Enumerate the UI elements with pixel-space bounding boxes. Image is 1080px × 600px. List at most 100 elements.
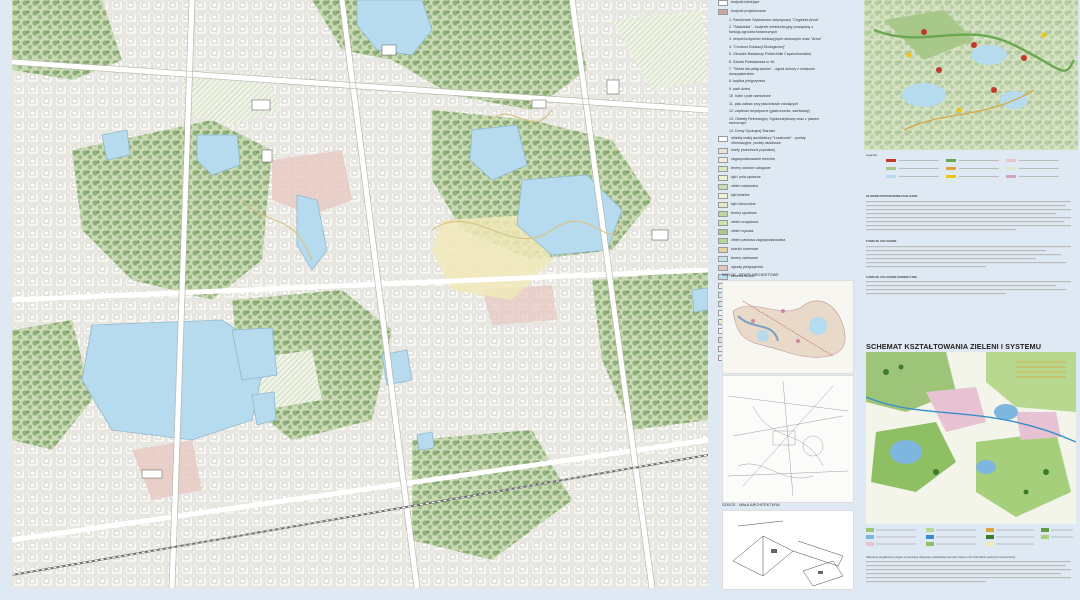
legend-label: zieleń urządzona <box>731 220 759 225</box>
legend-label: łąki kwietne <box>731 193 750 198</box>
legend-row: zieleń nadwodna <box>718 184 822 191</box>
legend-label: tereny sportowe <box>731 211 757 216</box>
legend-swatch <box>718 117 726 121</box>
legend-swatch <box>718 25 726 29</box>
text-lines-2 <box>866 245 1071 268</box>
site-plan-drawing <box>12 0 708 588</box>
sketch-architecture-drawing <box>723 511 853 589</box>
legend-row: 7. "Strefa dla pielgrzymów" - ogród dobo… <box>718 67 822 76</box>
legend-row: ogrody pielgrzymów <box>718 265 822 272</box>
legend-row: zieleń urządzona <box>718 220 822 227</box>
location-legend: Legenda <box>866 153 1076 193</box>
legend-swatch <box>718 238 728 245</box>
sketch-architecture-image <box>722 510 854 590</box>
legend-swatch <box>718 18 726 22</box>
legend-row: zieleń wysoka <box>718 229 822 236</box>
legend-row: 13. Obiekty Rekreacyjny Ogólnoużytkowy w… <box>718 117 822 126</box>
legend-label: łąki i pola uprawne <box>731 175 761 180</box>
legend-row: budynki istniejące <box>718 0 822 6</box>
legend-swatch <box>718 193 728 200</box>
legend-swatch <box>718 94 726 98</box>
legend-row: obiekty małej architektury "Łuszkowie" -… <box>718 136 822 145</box>
legend-row: budynki projektowane <box>718 9 822 15</box>
legend-label: obiekty małej architektury "Łuszkowie" -… <box>731 136 806 145</box>
legend-label: budynki istniejące <box>731 0 760 4</box>
legend-swatch <box>718 202 728 209</box>
footer-description: Założenia projektowe przyjęte w koncepcj… <box>866 556 1074 596</box>
legend-swatch <box>718 175 728 182</box>
legend-label: 5. Ośrodek Badawczy Politechniki Częstoc… <box>729 52 811 57</box>
legend-swatch <box>718 211 728 218</box>
sketch-stages-drawing <box>723 281 853 373</box>
legend-row: 3. zespół budynków edukacyjnych stokowyc… <box>718 37 822 41</box>
legend-label: 13. Obiekty Rekreacyjny Ogólnoużytkowy w… <box>729 116 820 126</box>
site-location-drawing <box>864 0 1078 150</box>
legend-label: budynki projektowane <box>731 9 766 13</box>
legend-row: 6. Szkoła Podstawowa nr 46 <box>718 60 822 64</box>
legend-row: zieleń parkowa zagospodarowana <box>718 238 822 245</box>
legend-row: 14. Domy Spokojnej Starości <box>718 129 822 133</box>
legend-swatch <box>718 220 728 227</box>
legend-label: tereny rolnicze usługowe <box>731 166 771 171</box>
legend-swatch <box>718 229 728 236</box>
legend-label: 12. zaplecze turystyczne (gastronomia, s… <box>729 109 810 114</box>
legend-swatch <box>718 136 728 143</box>
presentation-board: budynki istniejące budynki projektowane 1.… <box>0 0 1080 600</box>
legend-row: łąki różnorodne <box>718 202 822 209</box>
legend-swatch <box>718 67 726 71</box>
legend-label: łąki różnorodne <box>731 202 756 207</box>
legend-swatch <box>718 79 726 83</box>
sketch-stages-image <box>722 280 854 374</box>
legend-swatch <box>718 265 728 272</box>
legend-row: 9. park dzieci <box>718 87 822 91</box>
legend-swatch <box>718 37 726 41</box>
legend-label: strefy przestrzeni prywatnej <box>731 148 775 153</box>
legend-row: 2. "Sadzanka" - budynek wielofunkcyjny p… <box>718 25 822 34</box>
legend-label: ścieżki rowerowe <box>731 247 759 252</box>
legend-label: tereny zalewowe <box>731 256 758 261</box>
scheme-legend-swatches <box>866 528 1073 546</box>
legend-label: 9. park dzieci <box>729 86 751 91</box>
legend-row: strefy przestrzeni prywatnej <box>718 148 822 155</box>
legend-swatch <box>718 0 728 6</box>
legend-label: 7. "Strefa dla pielgrzymów" - ogród dobo… <box>729 67 816 76</box>
legend-label: 2. "Sadzanka" - budynek wielofunkcyjny p… <box>729 25 814 34</box>
green-water-scheme-map <box>866 352 1076 524</box>
legend-row: 4. "Centrum Edukacji Ekologicznej" <box>718 45 822 49</box>
legend-row: tereny rolnicze usługowe <box>718 166 822 173</box>
legend-row: zagospodarowanie terenów <box>718 157 822 164</box>
legend-label: ogrody pielgrzymów <box>731 265 763 270</box>
legend-label: 3. zespół budynków edukacyjnych stokowyc… <box>729 37 822 42</box>
legend-label: 14. Domy Spokojnej Starości <box>729 128 776 133</box>
legend-swatch <box>718 166 728 173</box>
legend-label: 11. plac zabaw przy placówkach wiodących <box>729 101 799 106</box>
sketch-stages-title: SZKICE - ETAPY PROJEKTOWE <box>722 273 779 277</box>
legend-row: 1. Pawilonwer Wystawowo-Artystyczny "Ceg… <box>718 18 822 22</box>
legend-swatch <box>718 87 726 91</box>
legend-row: ścieżki rowerowe <box>718 247 822 254</box>
legend-swatch <box>718 256 728 263</box>
legend-row: łąki kwietne <box>718 193 822 200</box>
sketch-pencil-image <box>722 375 854 503</box>
legend-row: tereny sportowe <box>718 211 822 218</box>
legend-label: 8. kaplica pielgrzymów <box>729 79 766 84</box>
legend-swatch <box>718 60 726 64</box>
legend-label: 6. Szkoła Podstawowa nr 46 <box>729 59 775 64</box>
legend-swatch <box>718 102 726 106</box>
sketch-architecture-title: SZKICE - MAŁA ARCHITEKTURA <box>722 503 780 507</box>
text-lines-1 <box>866 200 1071 230</box>
text-lines-3 <box>866 281 1071 295</box>
legend-row: 5. Ośrodek Badawczy Politechniki Częstoc… <box>718 52 822 56</box>
legend-swatch <box>718 148 728 155</box>
legend-row: łąki i pola uprawne <box>718 175 822 182</box>
description-text-block: GŁÓWNE PRZESTRZENIE PUBLICZNE FUNKCJE US… <box>866 195 1074 340</box>
plan-legend: budynki istniejące budynki projektowane 1.… <box>718 0 822 362</box>
scheme-legend <box>866 526 1076 554</box>
legend-swatch <box>718 157 728 164</box>
legend-swatch <box>718 52 726 56</box>
legend-label: zieleń parkowa zagospodarowana <box>731 238 786 243</box>
legend-row: 8. kaplica pielgrzymów <box>718 79 822 83</box>
legend-row: tereny zalewowe <box>718 256 822 263</box>
legend-label: 4. "Centrum Edukacji Ekologicznej" <box>729 44 786 49</box>
green-water-scheme-drawing <box>866 352 1076 524</box>
